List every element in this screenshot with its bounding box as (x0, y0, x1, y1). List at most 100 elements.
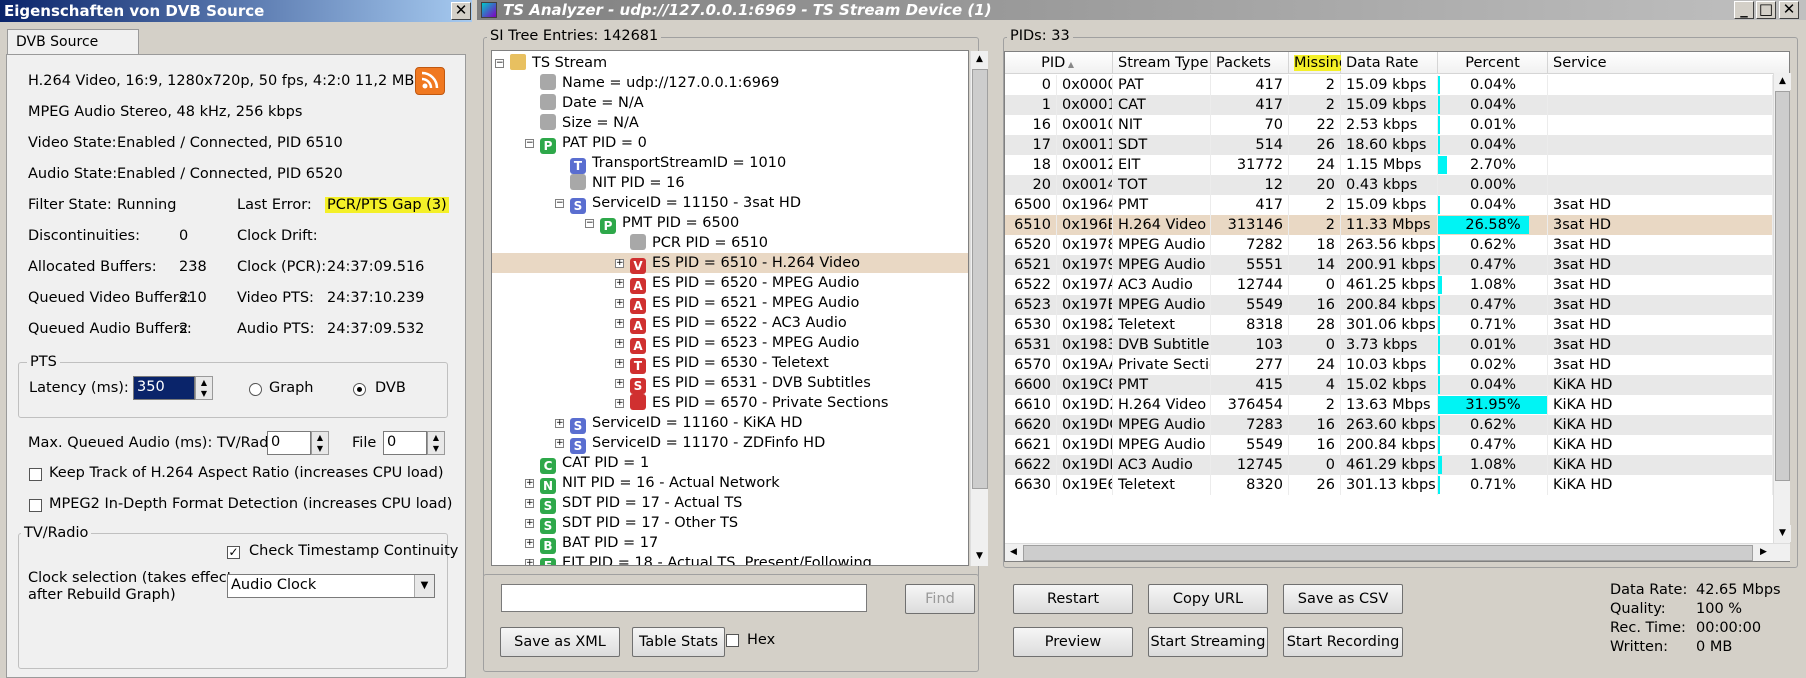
close-window-button[interactable]: ✕ (1779, 1, 1799, 19)
tree-scrollbar[interactable]: ▲ ▼ (970, 51, 988, 566)
table-row[interactable]: 20 0x0014 TOT 12 20 0.43 kbps 0.00% (1005, 175, 1773, 195)
header-service[interactable]: Service (1548, 52, 1789, 74)
expand-icon[interactable]: + (615, 379, 624, 388)
header-percent[interactable]: Percent (1438, 52, 1548, 74)
maximize-button[interactable]: □ (1756, 1, 1776, 19)
table-row[interactable]: 6521 0x1979 MPEG Audio 5551 14 200.91 kbps 0.4… (1005, 255, 1773, 275)
tree-node[interactable]: Name = udp://127.0.0.1:6969 (540, 73, 779, 93)
tree-node[interactable]: ES PID = 6570 - Private Sections (630, 393, 888, 413)
tree-node[interactable]: Size = N/A (540, 113, 639, 133)
aspect-ratio-checkbox[interactable] (29, 468, 42, 481)
timestamp-continuity-checkbox[interactable]: ✓ (227, 546, 240, 559)
table-row[interactable]: 6500 0x1964 PMT 417 2 15.09 kbps 0.04% 3sat HD (1005, 195, 1773, 215)
restart-button[interactable]: Restart (1013, 584, 1133, 614)
hex-checkbox[interactable] (726, 634, 739, 647)
close-button[interactable]: ✕ (451, 2, 471, 20)
expand-icon[interactable]: + (525, 479, 534, 488)
clock-selection-dropdown[interactable]: Audio Clock ▼ (227, 574, 435, 598)
tree-node[interactable]: PCR PID = 6510 (630, 233, 768, 253)
latency-stepper[interactable]: ▲ ▼ (195, 376, 213, 400)
table-scroll-up-icon[interactable]: ▲ (1774, 73, 1791, 90)
tree-node[interactable]: A ES PID = 6523 - MPEG Audio (630, 333, 859, 354)
start-recording-button[interactable]: Start Recording (1283, 627, 1403, 657)
table-row[interactable]: 6510 0x196E H.264 Video 313146 2 11.33 Mbps 26… (1005, 215, 1773, 235)
table-vscroll-thumb[interactable] (1775, 91, 1790, 481)
start-streaming-button[interactable]: Start Streaming (1148, 627, 1268, 657)
preview-button[interactable]: Preview (1013, 627, 1133, 657)
expand-icon[interactable]: + (615, 359, 624, 368)
scroll-up-icon[interactable]: ▲ (971, 51, 988, 68)
si-tree[interactable]: − TS Stream Name = udp://127.0.0.1:6969 Dat… (491, 50, 969, 566)
expand-icon[interactable]: + (615, 299, 624, 308)
expand-icon[interactable]: + (615, 399, 624, 408)
expand-icon[interactable]: + (615, 339, 624, 348)
scroll-down-icon[interactable]: ▼ (971, 548, 988, 565)
table-row[interactable]: 65700x19AAPrivate Sectio...2772410.03 kb… (1005, 355, 1773, 375)
tree-node[interactable]: C CAT PID = 1 (540, 453, 649, 474)
tree-node[interactable]: P PMT PID = 6500 (600, 213, 739, 234)
header-missing[interactable]: Missing (1289, 52, 1349, 74)
tree-node[interactable]: S ServiceID = 11150 - 3sat HD (570, 193, 801, 214)
expand-icon[interactable]: + (525, 539, 534, 548)
expand-icon[interactable]: + (525, 559, 534, 565)
dvb-radio[interactable] (353, 383, 366, 396)
tree-node[interactable]: N NIT PID = 16 - Actual Network (540, 473, 780, 494)
expand-icon[interactable]: + (615, 259, 624, 268)
table-row[interactable]: 6523 0x197B MPEG Audio 5549 16 200.84 kbps 0.4… (1005, 295, 1773, 315)
expand-icon[interactable]: + (525, 519, 534, 528)
tree-node[interactable]: P PAT PID = 0 (540, 133, 647, 154)
pid-table[interactable]: PID ▲ Stream Type Packets Missing Data Rate P… (1004, 51, 1790, 562)
tree-node[interactable]: A ES PID = 6522 - AC3 Audio (630, 313, 847, 334)
table-scroll-right-icon[interactable]: ▶ (1755, 544, 1772, 561)
tree-node[interactable]: Date = N/A (540, 93, 644, 113)
tree-node[interactable]: T TransportStreamID = 1010 (570, 153, 786, 174)
find-input[interactable] (501, 584, 867, 612)
table-scroll-down-icon[interactable]: ▼ (1774, 525, 1791, 542)
collapse-icon[interactable]: − (585, 219, 594, 228)
tree-node[interactable]: T ES PID = 6530 - Teletext (630, 353, 829, 374)
tree-node[interactable]: A ES PID = 6521 - MPEG Audio (630, 293, 859, 314)
header-stream-type[interactable]: Stream Type (1113, 52, 1211, 74)
table-row[interactable]: 0 0x0000 PAT 417 2 15.09 kbps 0.04% (1005, 75, 1773, 95)
tree-node[interactable]: S SDT PID = 17 - Other TS (540, 513, 738, 534)
table-row[interactable]: 66200x19DCMPEG Audio728316263.60 kbps 0.6… (1005, 415, 1773, 435)
tree-scroll-thumb[interactable] (972, 69, 988, 489)
tree-node[interactable]: S ServiceID = 11170 - ZDFinfo HD (570, 433, 825, 454)
table-row[interactable]: 6610 0x19D2 H.264 Video 376454 2 13.63 Mbps 31… (1005, 395, 1773, 415)
minimize-button[interactable]: _ (1734, 1, 1754, 19)
chevron-down-icon[interactable]: ▼ (414, 575, 434, 597)
graph-radio[interactable] (249, 383, 262, 396)
table-stats-button[interactable]: Table Stats (632, 627, 725, 657)
table-row[interactable]: 6630 0x19E6 Teletext 8320 26 301.13 kbps 0.71%… (1005, 475, 1773, 495)
tree-node[interactable]: V ES PID = 6510 - H.264 Video (630, 253, 860, 274)
rss-icon[interactable] (415, 67, 445, 95)
tree-node[interactable]: A ES PID = 6520 - MPEG Audio (630, 273, 859, 294)
table-row[interactable]: 6522 0x197A AC3 Audio 12744 0 461.25 kbps 1.08… (1005, 275, 1773, 295)
max-queued-tv-stepper[interactable]: ▲ ▼ (311, 431, 329, 455)
tab-dvb-source[interactable]: DVB Source 3.9.4.0 (7, 29, 139, 74)
tree-node[interactable]: S ES PID = 6531 - DVB Subtitles (630, 373, 871, 394)
expand-icon[interactable]: + (615, 319, 624, 328)
header-data-rate[interactable]: Data Rate (1341, 52, 1438, 74)
table-scroll-left-icon[interactable]: ◀ (1005, 544, 1022, 561)
table-row[interactable]: 6622 0x19DE AC3 Audio 12745 0 461.29 kbps 1.08… (1005, 455, 1773, 475)
table-hscroll-thumb[interactable] (1023, 545, 1753, 561)
collapse-icon[interactable]: − (555, 199, 564, 208)
save-as-xml-button[interactable]: Save as XML (500, 627, 620, 657)
collapse-icon[interactable]: − (495, 59, 504, 68)
table-row[interactable]: 66210x19DDMPEG Audio554916200.84 kbps 0.4… (1005, 435, 1773, 455)
tree-node[interactable]: NIT PID = 16 (570, 173, 685, 193)
table-row[interactable]: 1 0x0001 CAT 417 2 15.09 kbps 0.04% (1005, 95, 1773, 115)
table-row[interactable]: 6531 0x1983 DVB Subtitles 103 0 3.73 kbps 0.01… (1005, 335, 1773, 355)
expand-icon[interactable]: + (525, 499, 534, 508)
tree-node[interactable]: S ServiceID = 11160 - KiKA HD (570, 413, 802, 434)
table-row[interactable]: 6600 0x19C8 PMT 415 4 15.02 kbps 0.04% KiKA HD (1005, 375, 1773, 395)
tree-node[interactable]: B BAT PID = 17 (540, 533, 658, 554)
collapse-icon[interactable]: − (525, 139, 534, 148)
table-row[interactable]: 17 0x0011 SDT 514 26 18.60 kbps 0.04% (1005, 135, 1773, 155)
expand-icon[interactable]: + (555, 419, 564, 428)
expand-icon[interactable]: + (555, 439, 564, 448)
max-queued-tv-input[interactable]: 0 (267, 431, 311, 455)
tree-node[interactable]: S SDT PID = 17 - Actual TS (540, 493, 742, 514)
latency-input[interactable]: 350 (133, 376, 195, 400)
